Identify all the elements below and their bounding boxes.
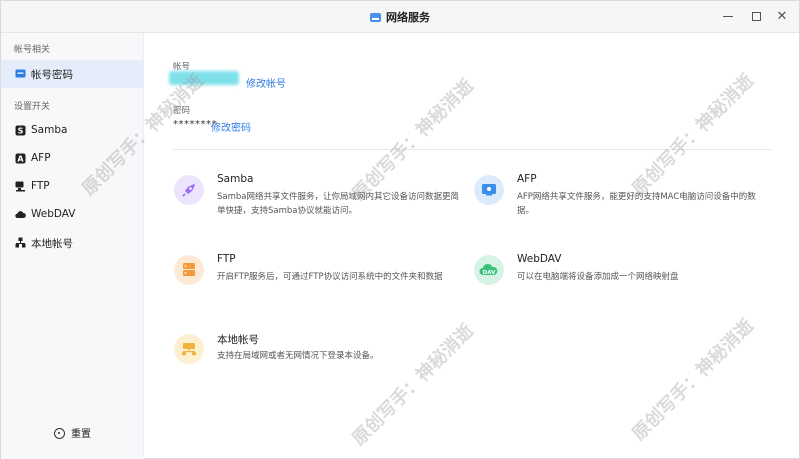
service-description: AFP网络共享文件服务，能更好的支持MAC电脑访问设备中的数据。 [517,192,756,216]
afp-icon: A [15,153,26,164]
network-service-window: 网络服务 ✕ 帐号相关 帐号密码 设置开关 S Samba A AFP FTP … [0,0,800,459]
service-card-ftp[interactable]: FTP 开启FTP服务后，可通过FTP协议访问系统中的文件夹和数据 [174,253,464,293]
edit-account-link[interactable]: 修改帐号 [246,75,286,90]
reset-button[interactable]: 重置 [54,425,91,440]
sidebar-item-samba[interactable]: S Samba [1,117,144,145]
service-name: 本地帐号 [217,334,259,346]
dav-cloud-icon: DAV [474,255,504,285]
network-service-icon [370,13,381,22]
sidebar-item-label: FTP [31,180,50,192]
sidebar-item-label: AFP [31,152,51,164]
ftp-server-icon [174,255,204,285]
reset-icon [54,428,65,439]
section-label-account: 帐号相关 [14,45,51,55]
maximize-icon [751,12,761,21]
service-name: FTP [217,253,236,265]
card-icon [15,69,26,78]
sidebar-item-account-password[interactable]: 帐号密码 [1,60,144,88]
service-description: 开启FTP服务后，可通过FTP协议访问系统中的文件夹和数据 [217,272,443,282]
svg-text:A: A [17,155,24,164]
window-title-text: 网络服务 [386,11,430,24]
reset-label: 重置 [71,429,91,440]
title-bar: 网络服务 ✕ [1,1,799,33]
svg-text:S: S [18,127,24,136]
divider [173,149,772,150]
account-value-redacted [169,71,239,85]
samba-icon: S [15,125,26,136]
service-card-afp[interactable]: AFP AFP网络共享文件服务，能更好的支持MAC电脑访问设备中的数据。 [474,173,764,223]
sidebar-item-label: Samba [31,124,68,136]
sidebar-item-local-account[interactable]: 本地帐号 [1,229,144,257]
minimize-button[interactable] [718,7,738,27]
window-title: 网络服务 [1,9,799,25]
sidebar-item-ftp[interactable]: FTP [1,173,144,201]
sidebar-item-label: 本地帐号 [31,238,73,250]
mac-monitor-icon [474,175,504,205]
section-label-settings: 设置开关 [14,102,51,112]
cloud-icon [15,211,26,218]
sidebar-item-afp[interactable]: A AFP [1,145,144,173]
close-icon: ✕ [776,9,788,24]
service-card-webdav[interactable]: DAV WebDAV 可以在电脑端将设备添加成一个网络映射盘 [474,253,764,293]
local-account-icon [15,237,26,248]
ftp-icon [15,181,25,192]
sidebar: 帐号相关 帐号密码 设置开关 S Samba A AFP FTP WebDAV … [1,33,144,459]
close-button[interactable]: ✕ [772,7,792,27]
service-name: AFP [517,173,537,185]
service-description: Samba网络共享文件服务，让你局域网内其它设备访问数据更简单快捷，支持Samb… [217,192,459,216]
service-card-samba[interactable]: Samba Samba网络共享文件服务，让你局域网内其它设备访问数据更简单快捷，… [174,173,464,223]
maximize-button[interactable] [746,7,766,27]
edit-password-link[interactable]: 修改密码 [211,119,251,134]
sidebar-item-webdav[interactable]: WebDAV [1,201,144,229]
service-description: 可以在电脑端将设备添加成一个网络映射盘 [517,272,679,282]
minimize-icon [723,16,733,17]
svg-text:DAV: DAV [483,270,496,276]
main-panel: 帐号 修改帐号 密码 ******** 修改密码 Samba Samba网络共享… [145,33,799,459]
service-name: Samba [217,173,254,185]
service-name: WebDAV [517,253,562,265]
local-account-badge-icon [174,334,204,364]
service-card-local-account[interactable]: 本地帐号 支持在局域网或者无网情况下登录本设备。 [174,332,464,372]
service-description: 支持在局域网或者无网情况下登录本设备。 [217,351,379,361]
sidebar-item-label: WebDAV [31,208,76,220]
sidebar-item-label: 帐号密码 [31,69,73,81]
rocket-icon [174,175,204,205]
password-label: 密码 [173,106,191,116]
